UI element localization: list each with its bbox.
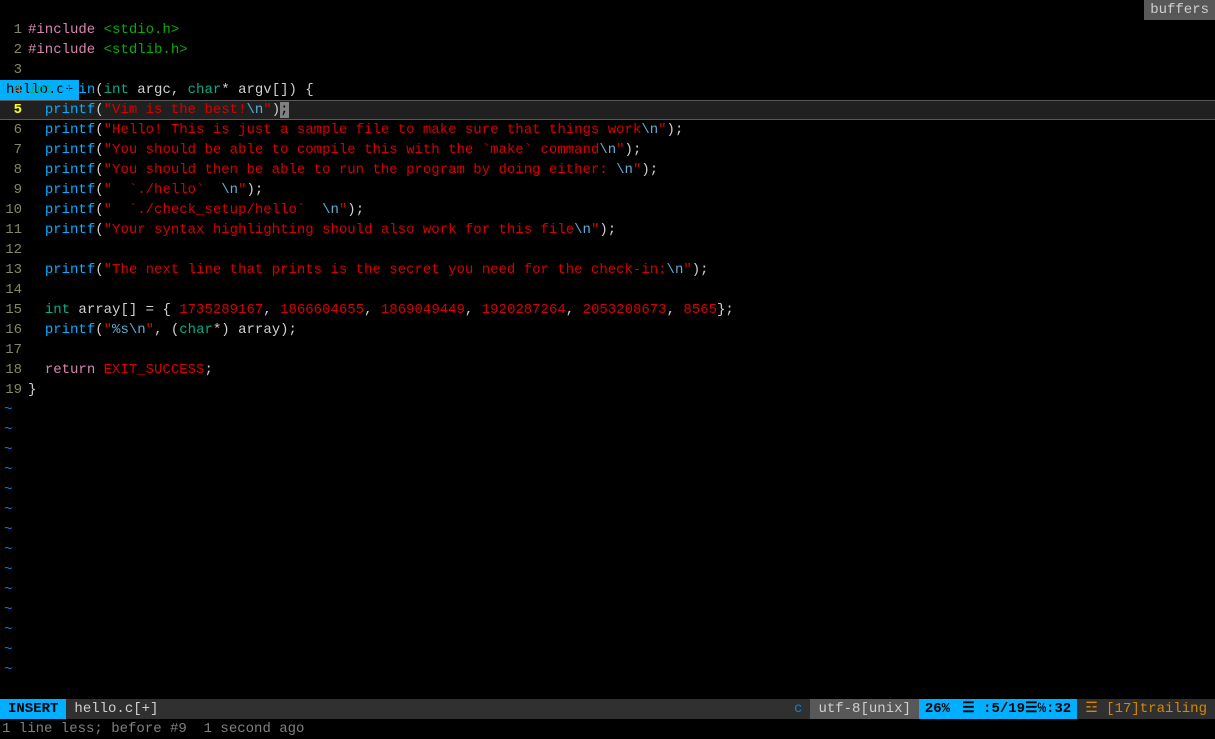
line-number: 11: [0, 220, 28, 240]
line-number: 7: [0, 140, 28, 160]
code-line[interactable]: 9 printf(" `./hello` \n");: [0, 180, 1215, 200]
code-content[interactable]: printf(" `./hello` \n");: [28, 180, 1215, 200]
code-line[interactable]: 5 printf("Vim is the best!\n");: [0, 100, 1215, 120]
code-content[interactable]: return EXIT_SUCCESS;: [28, 360, 1215, 380]
line-number: 1: [0, 20, 28, 40]
code-line[interactable]: 8 printf("You should then be able to run…: [0, 160, 1215, 180]
code-line[interactable]: 10 printf(" `./check_setup/hello` \n");: [0, 200, 1215, 220]
code-content[interactable]: printf("Your syntax highlighting should …: [28, 220, 1215, 240]
empty-line-tilde: ~: [0, 620, 1215, 640]
line-number: 3: [0, 60, 28, 80]
empty-line-tilde: ~: [0, 520, 1215, 540]
status-line: INSERT hello.c[+] c utf-8[unix] 26% ☰ :5…: [0, 699, 1215, 719]
line-number: 8: [0, 160, 28, 180]
empty-line-tilde: ~: [0, 640, 1215, 660]
empty-line-tilde: ~: [0, 540, 1215, 560]
code-line[interactable]: 2#include <stdlib.h>: [0, 40, 1215, 60]
code-line[interactable]: 19}: [0, 380, 1215, 400]
status-encoding: utf-8[unix]: [810, 699, 918, 719]
code-line[interactable]: 13 printf("The next line that prints is …: [0, 260, 1215, 280]
code-content[interactable]: printf("Vim is the best!\n");: [28, 100, 1215, 120]
status-mode: INSERT: [0, 699, 66, 719]
code-content[interactable]: #include <stdio.h>: [28, 20, 1215, 40]
editor-area[interactable]: 1#include <stdio.h>2#include <stdlib.h>3…: [0, 20, 1215, 699]
line-number: 13: [0, 260, 28, 280]
code-line[interactable]: 12: [0, 240, 1215, 260]
code-content[interactable]: int main(int argc, char* argv[]) {: [28, 80, 1215, 100]
code-content[interactable]: printf("Hello! This is just a sample fil…: [28, 120, 1215, 140]
code-line[interactable]: 11 printf("Your syntax highlighting shou…: [0, 220, 1215, 240]
code-content[interactable]: printf("The next line that prints is the…: [28, 260, 1215, 280]
empty-line-tilde: ~: [0, 440, 1215, 460]
line-number: 6: [0, 120, 28, 140]
code-line[interactable]: 17: [0, 340, 1215, 360]
line-number: 12: [0, 240, 28, 260]
code-line[interactable]: 4int main(int argc, char* argv[]) {: [0, 80, 1215, 100]
line-number: 4: [0, 80, 28, 100]
empty-line-tilde: ~: [0, 600, 1215, 620]
status-warning: ☲ [17]trailing: [1077, 699, 1215, 719]
status-position: ☰ :5/19☰℅:32: [956, 699, 1077, 719]
status-filetype: c: [786, 699, 810, 719]
code-line[interactable]: 6 printf("Hello! This is just a sample f…: [0, 120, 1215, 140]
buffers-indicator[interactable]: buffers: [1144, 0, 1215, 20]
empty-line-tilde: ~: [0, 400, 1215, 420]
empty-line-tilde: ~: [0, 500, 1215, 520]
code-line[interactable]: 14: [0, 280, 1215, 300]
status-filename: hello.c[+]: [66, 699, 166, 719]
code-content[interactable]: int array[] = { 1735289167, 1866604655, …: [28, 300, 1215, 320]
line-number: 19: [0, 380, 28, 400]
code-line[interactable]: 7 printf("You should be able to compile …: [0, 140, 1215, 160]
line-number: 17: [0, 340, 28, 360]
empty-line-tilde: ~: [0, 460, 1215, 480]
code-line[interactable]: 1#include <stdio.h>: [0, 20, 1215, 40]
code-line[interactable]: 3: [0, 60, 1215, 80]
line-number: 15: [0, 300, 28, 320]
code-content[interactable]: printf("You should be able to compile th…: [28, 140, 1215, 160]
code-content[interactable]: printf(" `./check_setup/hello` \n");: [28, 200, 1215, 220]
code-line[interactable]: 16 printf("%s\n", (char*) array);: [0, 320, 1215, 340]
code-content[interactable]: printf("You should then be able to run t…: [28, 160, 1215, 180]
line-number: 5: [0, 100, 28, 120]
empty-line-tilde: ~: [0, 420, 1215, 440]
line-number: 10: [0, 200, 28, 220]
code-content[interactable]: printf("%s\n", (char*) array);: [28, 320, 1215, 340]
code-content[interactable]: }: [28, 380, 1215, 400]
line-number: 16: [0, 320, 28, 340]
empty-line-tilde: ~: [0, 580, 1215, 600]
code-content[interactable]: #include <stdlib.h>: [28, 40, 1215, 60]
empty-line-tilde: ~: [0, 480, 1215, 500]
command-line[interactable]: 1 line less; before #9 1 second ago: [0, 719, 1215, 739]
status-percent: 26%: [919, 699, 956, 719]
line-number: 2: [0, 40, 28, 60]
code-line[interactable]: 18 return EXIT_SUCCESS;: [0, 360, 1215, 380]
empty-line-tilde: ~: [0, 560, 1215, 580]
empty-line-tilde: ~: [0, 660, 1215, 680]
line-number: 18: [0, 360, 28, 380]
line-number: 9: [0, 180, 28, 200]
line-number: 14: [0, 280, 28, 300]
code-line[interactable]: 15 int array[] = { 1735289167, 186660465…: [0, 300, 1215, 320]
